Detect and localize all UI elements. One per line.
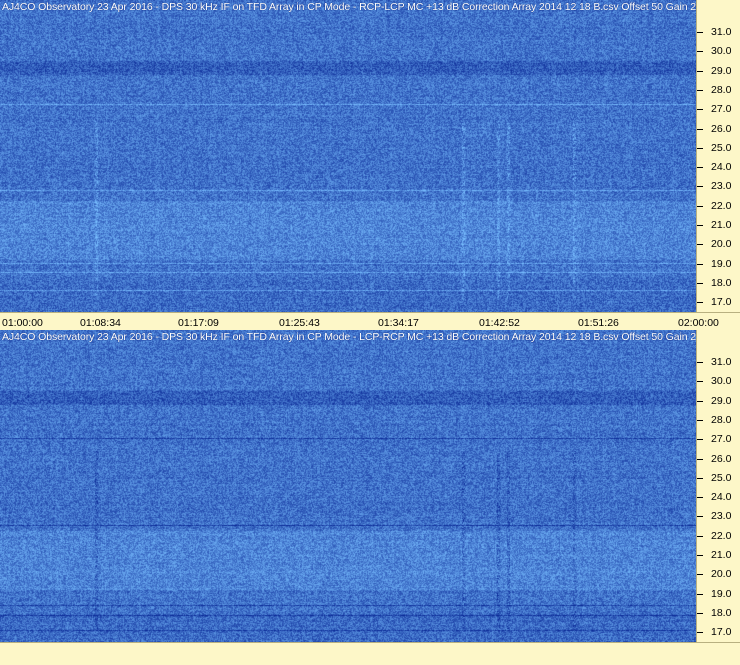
frequency-label: 22.0 (711, 200, 732, 212)
frequency-label: 17.0 (711, 626, 732, 638)
frequency-tick (697, 478, 703, 479)
frequency-label: 30.0 (711, 45, 732, 57)
frequency-label: 23.0 (711, 180, 732, 192)
frequency-tick (697, 613, 703, 614)
frequency-label: 17.0 (711, 296, 732, 308)
frequency-label: 25.0 (711, 142, 732, 154)
frequency-tick (697, 206, 703, 207)
frequency-tick (697, 439, 703, 440)
frequency-tick (697, 186, 703, 187)
frequency-tick (697, 264, 703, 265)
spectrogram-image (0, 330, 696, 642)
frequency-tick (697, 90, 703, 91)
frequency-label: 29.0 (711, 395, 732, 407)
time-label: 01:25:43 (279, 317, 320, 329)
frequency-tick (697, 148, 703, 149)
panel-title: AJ4CO Observatory 23 Apr 2016 - DPS 30 k… (2, 1, 705, 13)
panel-title: AJ4CO Observatory 23 Apr 2016 - DPS 30 k… (2, 331, 705, 343)
frequency-tick (697, 555, 703, 556)
frequency-label: 29.0 (711, 65, 732, 77)
time-label: 01:17:09 (178, 317, 219, 329)
frequency-tick (697, 225, 703, 226)
frequency-tick (697, 594, 703, 595)
frequency-label: 26.0 (711, 123, 732, 135)
time-label: 01:08:34 (80, 317, 121, 329)
spectrogram-panel-lcp-rcp: AJ4CO Observatory 23 Apr 2016 - DPS 30 k… (0, 330, 740, 642)
frequency-label: 28.0 (711, 414, 732, 426)
frequency-label: 21.0 (711, 219, 732, 231)
frequency-tick (697, 244, 703, 245)
frequency-tick (697, 109, 703, 110)
time-label: 01:00:00 (2, 317, 43, 329)
spectrogram-panel-rcp-lcp: AJ4CO Observatory 23 Apr 2016 - DPS 30 k… (0, 0, 740, 312)
frequency-tick (697, 129, 703, 130)
frequency-label: 25.0 (711, 472, 732, 484)
frequency-tick (697, 632, 703, 633)
frequency-tick (697, 71, 703, 72)
frequency-tick (697, 497, 703, 498)
frequency-axis: 31.0 30.0 29.0 28.0 27.0 26.0 25.0 24.0 23.0 22.0… (696, 330, 740, 642)
frequency-tick (697, 516, 703, 517)
frequency-label: 24.0 (711, 491, 732, 503)
bottom-strip (0, 642, 740, 665)
frequency-label: 31.0 (711, 26, 732, 38)
frequency-label: 19.0 (711, 588, 732, 600)
frequency-tick (697, 401, 703, 402)
frequency-label: 18.0 (711, 607, 732, 619)
frequency-label: 20.0 (711, 238, 732, 250)
frequency-tick (697, 459, 703, 460)
time-label: 01:51:26 (578, 317, 619, 329)
frequency-label: 27.0 (711, 433, 732, 445)
frequency-tick (697, 574, 703, 575)
frequency-label: 19.0 (711, 258, 732, 270)
frequency-tick (697, 420, 703, 421)
frequency-label: 22.0 (711, 530, 732, 542)
frequency-tick (697, 167, 703, 168)
frequency-label: 27.0 (711, 103, 732, 115)
frequency-axis: 31.0 30.0 29.0 28.0 27.0 26.0 25.0 24.0 23.0 22.0… (696, 0, 740, 312)
frequency-tick (697, 362, 703, 363)
frequency-label: 31.0 (711, 356, 732, 368)
frequency-tick (697, 32, 703, 33)
frequency-label: 20.0 (711, 568, 732, 580)
time-axis: 01:00:00 01:08:34 01:17:09 01:25:43 01:34:17… (0, 312, 740, 331)
frequency-tick (697, 381, 703, 382)
frequency-label: 26.0 (711, 453, 732, 465)
frequency-tick (697, 283, 703, 284)
time-label: 01:42:52 (479, 317, 520, 329)
frequency-label: 21.0 (711, 549, 732, 561)
frequency-tick (697, 51, 703, 52)
time-label: 02:00:00 (678, 317, 719, 329)
frequency-label: 28.0 (711, 84, 732, 96)
frequency-tick (697, 536, 703, 537)
frequency-label: 18.0 (711, 277, 732, 289)
frequency-label: 24.0 (711, 161, 732, 173)
frequency-label: 23.0 (711, 510, 732, 522)
spectrogram-image (0, 0, 696, 312)
frequency-label: 30.0 (711, 375, 732, 387)
frequency-tick (697, 302, 703, 303)
time-label: 01:34:17 (378, 317, 419, 329)
